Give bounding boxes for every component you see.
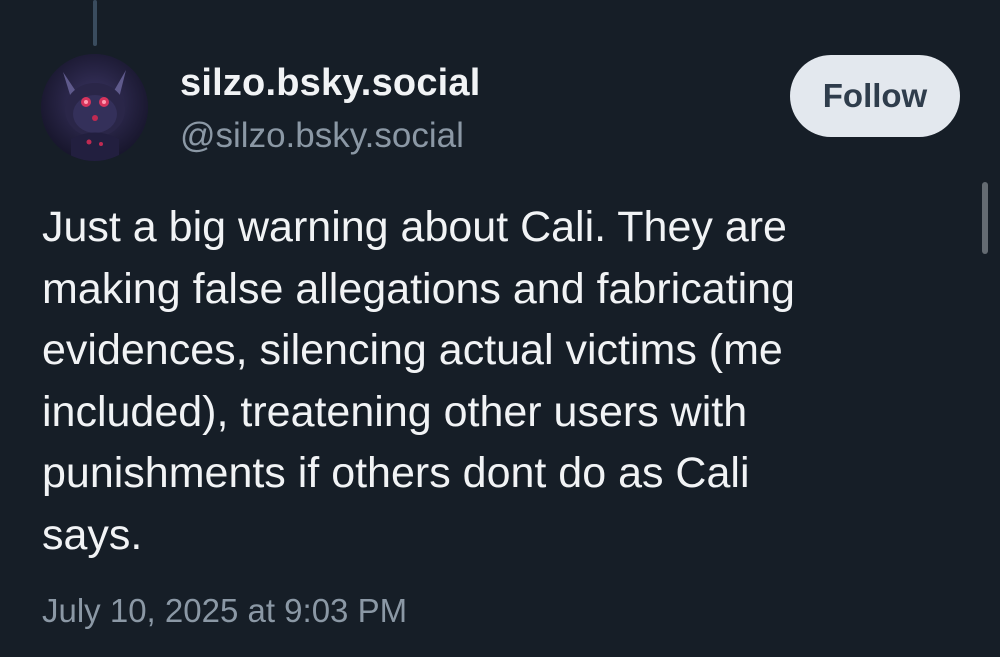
post-text: Just a big warning about Cali. They are … — [42, 197, 962, 566]
post-text-line: says. — [42, 510, 143, 559]
post-text-line: included), treatening other users with — [42, 387, 748, 436]
author-display-name[interactable]: silzo.bsky.social — [180, 62, 481, 105]
post-timestamp[interactable]: July 10, 2025 at 9:03 PM — [42, 592, 407, 630]
post-view: silzo.bsky.social @silzo.bsky.social Fol… — [0, 0, 1000, 657]
thread-connector-line — [93, 0, 97, 46]
avatar-image — [41, 54, 148, 161]
author-handle[interactable]: @silzo.bsky.social — [180, 116, 464, 156]
post-text-line: making false allegations and fabricating — [42, 264, 795, 313]
post-text-line: evidences, silencing actual victims (me — [42, 326, 783, 374]
post-text-line: Just a big warning about Cali. They are — [42, 203, 787, 251]
post-text-line: punishments if others dont do as Cali — [42, 449, 750, 497]
avatar[interactable] — [41, 54, 148, 161]
follow-button[interactable]: Follow — [790, 55, 960, 137]
scrollbar-thumb[interactable] — [982, 182, 988, 254]
